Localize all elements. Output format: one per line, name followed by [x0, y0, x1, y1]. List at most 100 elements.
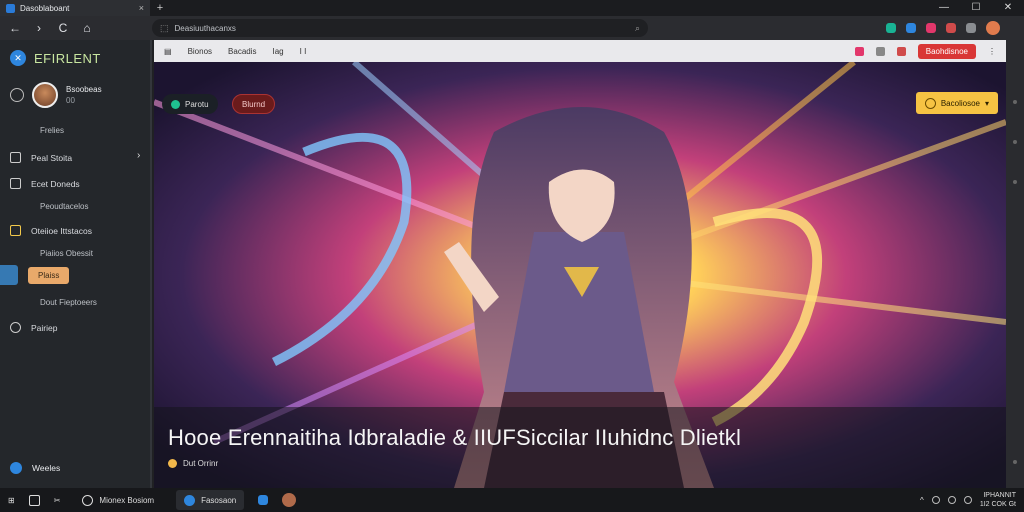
profile-name: Bsoobeas [66, 85, 102, 94]
chevron-up-icon[interactable]: ^ [920, 496, 924, 505]
network-icon[interactable] [931, 496, 940, 504]
sidebar-footer[interactable]: Weeles [10, 462, 60, 474]
tab-close-icon[interactable]: × [139, 3, 144, 13]
caption-title: Hooe Erennaitiha Idbraladie & IIUFSiccil… [168, 425, 742, 450]
volume-icon[interactable] [947, 496, 956, 504]
forward-button[interactable]: › [30, 21, 48, 35]
toolbar-item-0[interactable]: Bionos [188, 47, 212, 56]
coin-icon [924, 97, 936, 109]
extension-icon[interactable] [906, 23, 916, 33]
extension-icon[interactable] [966, 23, 976, 33]
right-rail[interactable] [1006, 40, 1024, 488]
home-button[interactable]: ⌂ [78, 21, 96, 35]
pinned-app-icon[interactable] [282, 493, 297, 507]
sidebar-item-1[interactable]: Ecet Doneds [10, 178, 80, 189]
pinned-app-icon[interactable] [258, 495, 269, 505]
sidebar-item-5[interactable]: Dout Fieptoeers [40, 298, 97, 307]
sidebar-item-label: Oteiioe Ittstacos [31, 225, 92, 236]
minimize-button[interactable]: — [928, 0, 960, 16]
toolbar-primary-button[interactable]: Baohdisnoe [917, 43, 976, 59]
rail-dot [1013, 100, 1017, 104]
sidebar-item-pairing[interactable]: Pairiep [10, 322, 57, 333]
window-controls: — ☐ ✕ [928, 0, 1024, 16]
sidebar-footer-label: Weeles [32, 463, 61, 473]
taskbar-app-1[interactable]: Mionex Bosiom [74, 490, 162, 510]
reload-button[interactable]: C [54, 21, 72, 35]
sidebar: ✕ EFIRLENT Bsoobeas 00 Frelies Peal Stoi… [0, 40, 152, 488]
avatar [32, 82, 58, 108]
tab-favicon-icon [6, 3, 15, 13]
brand-name: EFIRLENT [34, 50, 101, 66]
taskbar-app-2[interactable]: Fasosaon [176, 490, 245, 510]
extension-icon[interactable] [886, 23, 896, 33]
clock[interactable]: IPHANNIT 1I2 COK Gt [980, 491, 1016, 509]
hero-image: Parotu Blurnd Bacoliosoe ▾ Hooe Erennait… [154, 59, 1006, 488]
toolbar-icon[interactable]: ▤ [164, 47, 172, 56]
rail-dot [1013, 460, 1017, 464]
system-tray: ^ IPHANNIT 1I2 COK Gt [920, 491, 1016, 509]
rail-dot [1013, 180, 1017, 184]
toolbar-item-3[interactable]: I I [300, 47, 307, 56]
chevron-right-icon[interactable]: › [137, 150, 140, 161]
sidebar-item-2[interactable]: Peoudtacelos [40, 202, 88, 211]
toolbar-action-icon[interactable] [854, 46, 864, 56]
search-icon[interactable]: ⌕ [635, 23, 640, 34]
status-chip[interactable]: Parotu [162, 94, 218, 114]
caption-meta-text: Dut Orrinr [183, 459, 219, 468]
globe-icon [10, 462, 22, 474]
profile-avatar[interactable] [986, 21, 1000, 35]
cta-button[interactable]: Bacoliosoe ▾ [915, 92, 998, 114]
toolbar-action-icon[interactable] [875, 46, 885, 56]
brand-logo-icon: ✕ [10, 50, 26, 66]
address-toolbar: ← › C ⌂ ⬚ Deasiuuthacanxs ⌕ [0, 16, 1024, 40]
active-indicator [0, 265, 18, 285]
sidebar-item-4[interactable]: Piaiios Obessit [40, 249, 93, 258]
brand[interactable]: ✕ EFIRLENT [10, 50, 101, 66]
taskbar-app-label: Fasosaon [201, 495, 237, 505]
folder-icon [10, 225, 21, 236]
toolbar-item-2[interactable]: Iag [273, 47, 284, 56]
search-icon [82, 494, 94, 506]
taskbar: ⊞ ✂ Mionex Bosiom Fasosaon ^ IPHANNIT 1I… [0, 488, 1024, 512]
sidebar-item-active[interactable]: Plaiss [0, 264, 76, 286]
extension-icon[interactable] [926, 23, 936, 33]
battery-icon[interactable] [963, 496, 972, 504]
close-window-button[interactable]: ✕ [992, 0, 1024, 16]
browser-window: Dasoblaboant × + — ☐ ✕ ← › C ⌂ ⬚ Deasiuu… [0, 0, 1024, 512]
content-toolbar: ▤ Bionos Bacadis Iag I I Baohdisnoe ⋮ [154, 40, 1006, 62]
toolbar-item-1[interactable]: Bacadis [228, 47, 256, 56]
pairing-icon [10, 322, 21, 333]
coin-icon [168, 459, 177, 468]
maximize-button[interactable]: ☐ [960, 0, 992, 16]
frame-icon [10, 178, 21, 189]
toolbar-action-icon[interactable] [896, 46, 906, 56]
lock-icon: ⬚ [160, 22, 169, 33]
back-button[interactable]: ← [6, 21, 24, 35]
tag-chip[interactable]: Blurnd [232, 94, 276, 114]
active-item-label: Plaiss [28, 266, 70, 284]
menu-icon[interactable]: ⋮ [988, 47, 996, 56]
task-view-icon[interactable] [28, 494, 40, 506]
sidebar-item-label: Ecet Doneds [31, 178, 80, 189]
sidebar-item-3[interactable]: Oteiioe Ittstacos [10, 225, 92, 236]
browser-app-icon [184, 494, 196, 506]
clock-time: IPHANNIT [983, 492, 1016, 499]
profile-sub: 00 [66, 96, 75, 105]
widgets-icon[interactable]: ✂ [54, 496, 61, 505]
online-dot-icon [171, 99, 180, 109]
title-bar: Dasoblaboant × + — ☐ ✕ [0, 0, 1024, 16]
profile-card[interactable]: Bsoobeas 00 [10, 82, 102, 108]
clock-date: 1I2 COK Gt [979, 501, 1016, 508]
url-text: Deasiuuthacanxs [174, 23, 236, 33]
sidebar-item-0[interactable]: Peal Stoita [10, 152, 72, 163]
start-icon[interactable]: ⊞ [8, 496, 15, 505]
tab-title: Dasoblaboant [20, 3, 70, 13]
url-input[interactable]: ⬚ Deasiuuthacanxs ⌕ [152, 19, 648, 37]
caption-overlay: Hooe Erennaitiha Idbraladie & IIUFSiccil… [154, 407, 1006, 488]
chip-label: Blurnd [242, 99, 266, 109]
status-icon [10, 88, 24, 102]
extension-icon[interactable] [946, 23, 956, 33]
browser-tab[interactable]: Dasoblaboant × [0, 0, 150, 16]
new-tab-button[interactable]: + [150, 2, 170, 14]
taskbar-app-label: Mionex Bosiom [99, 495, 155, 505]
